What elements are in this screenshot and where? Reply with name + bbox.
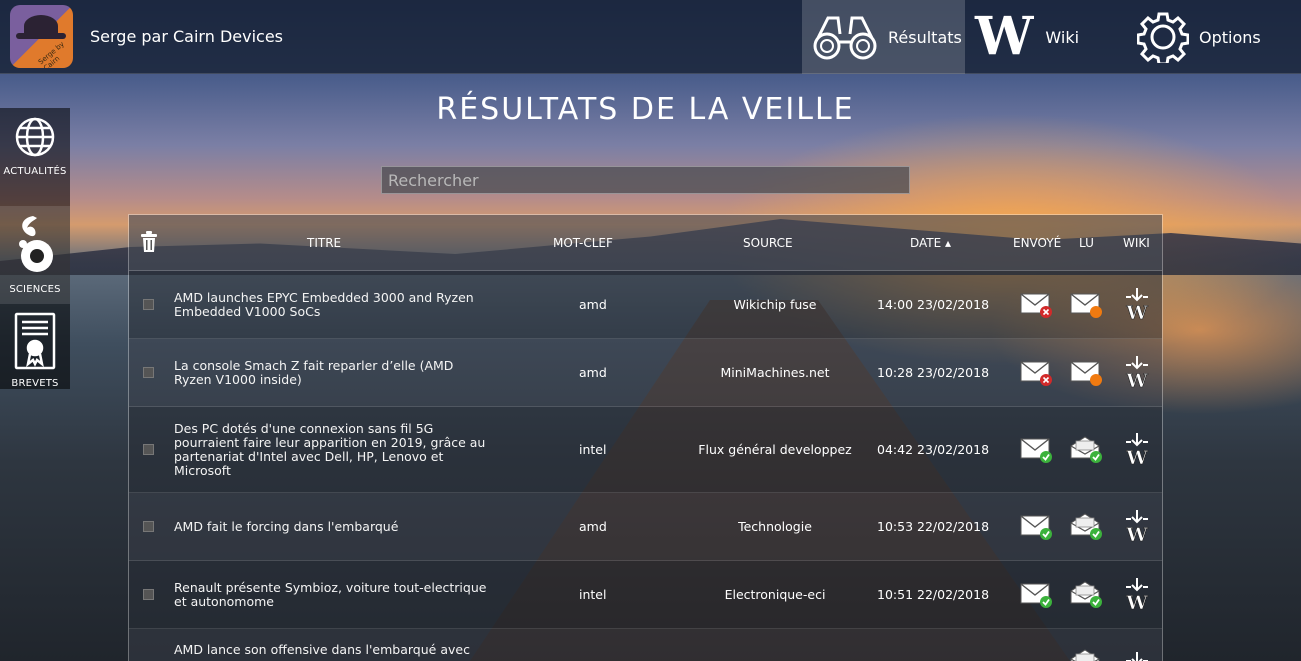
table-row[interactable]: Renault présente Symbioz, voiture tout-e…: [129, 561, 1162, 629]
envelope-read-icon[interactable]: [1069, 647, 1105, 661]
sciences-icon: [13, 214, 57, 280]
envelope-sent-icon: [1019, 511, 1055, 544]
svg-text:W: W: [1125, 302, 1148, 321]
wiki-download-icon[interactable]: W: [1122, 577, 1152, 614]
tab-wiki[interactable]: W Wiki: [965, 0, 1115, 74]
row-date: 10:51 22/02/2018: [877, 587, 990, 602]
envelope-read-icon[interactable]: [1069, 434, 1105, 467]
row-checkbox[interactable]: [143, 367, 154, 378]
logo-text: Serge by Cairn: [36, 40, 66, 68]
row-source: Electronique-eci: [724, 587, 826, 602]
top-header: Serge by Cairn Serge par Cairn Devices R…: [0, 0, 1301, 74]
row-keyword: intel: [579, 442, 607, 457]
results-table: TITRE MOT-CLEF SOURCE DATE ▴ ENVOYÉ LU W…: [128, 214, 1163, 661]
envelope-read-icon[interactable]: [1069, 511, 1105, 544]
row-checkbox[interactable]: [143, 444, 154, 455]
row-keyword: amd: [579, 519, 607, 534]
search-input[interactable]: [381, 166, 910, 194]
row-date: 10:53 22/02/2018: [877, 519, 990, 534]
svg-text:W: W: [1125, 592, 1148, 611]
table-row[interactable]: La console Smach Z fait reparler d’elle …: [129, 339, 1162, 407]
row-title-link[interactable]: Renault présente Symbioz, voiture tout-e…: [174, 581, 494, 609]
envelope-read-icon[interactable]: [1069, 579, 1105, 612]
wiki-download-icon[interactable]: W: [1122, 432, 1152, 469]
table-row[interactable]: AMD launches EPYC Embedded 3000 and Ryze…: [129, 271, 1162, 339]
row-keyword: amd: [579, 297, 607, 312]
row-checkbox[interactable]: [143, 589, 154, 600]
logo-hat-brim: [16, 33, 66, 39]
wiki-download-icon[interactable]: W: [1122, 509, 1152, 546]
app-logo[interactable]: Serge by Cairn: [10, 5, 73, 68]
row-date: 10:28 23/02/2018: [877, 365, 990, 380]
row-title-link[interactable]: La console Smach Z fait reparler d’elle …: [174, 359, 494, 387]
row-date: 14:00 23/02/2018: [877, 297, 990, 312]
table-row[interactable]: Des PC dotés d'une connexion sans fil 5G…: [129, 407, 1162, 493]
row-title-link[interactable]: AMD lance son offensive dans l'embarqué …: [174, 643, 494, 661]
patent-certificate-icon: [14, 312, 56, 374]
tab-resultats-label: Résultats: [888, 27, 962, 47]
tab-options-label: Options: [1199, 27, 1261, 47]
row-title-link[interactable]: AMD launches EPYC Embedded 3000 and Ryze…: [174, 291, 494, 319]
gear-icon: [1137, 11, 1189, 63]
sidebar-item-sciences[interactable]: SCIENCES: [0, 206, 70, 304]
app-title: Serge par Cairn Devices: [90, 27, 284, 46]
row-title-link[interactable]: Des PC dotés d'une connexion sans fil 5G…: [174, 422, 494, 478]
envelope-unread-icon[interactable]: [1069, 357, 1105, 390]
column-header-wiki: WIKI: [1123, 236, 1150, 250]
svg-text:W: W: [1125, 524, 1148, 543]
left-sidebar: ACTUALITÉS SCIENCES BREVETS: [0, 108, 70, 389]
page-title: RÉSULTATS DE LA VEILLE: [436, 92, 855, 127]
row-checkbox[interactable]: [143, 299, 154, 310]
row-source: Technologie: [738, 519, 812, 534]
wikipedia-w-icon: W: [975, 6, 1034, 67]
table-row[interactable]: AMD lance son offensive dans l'embarqué …: [129, 629, 1162, 661]
wiki-download-icon[interactable]: W: [1122, 287, 1152, 324]
row-keyword: amd: [579, 365, 607, 380]
row-title-link[interactable]: AMD fait le forcing dans l'embarqué: [174, 520, 494, 534]
tab-wiki-label: Wiki: [1045, 27, 1080, 47]
row-keyword: intel: [579, 587, 607, 602]
column-header-mot-clef[interactable]: MOT-CLEF: [553, 236, 613, 250]
wiki-download-icon[interactable]: W: [1122, 651, 1152, 661]
trash-icon[interactable]: [139, 231, 159, 256]
envelope-not-sent-icon: [1019, 289, 1055, 322]
sidebar-item-label: ACTUALITÉS: [3, 166, 67, 177]
envelope-sent-icon: [1019, 434, 1055, 467]
table-header: TITRE MOT-CLEF SOURCE DATE ▴ ENVOYÉ LU W…: [129, 215, 1162, 271]
tab-options[interactable]: Options: [1115, 0, 1301, 74]
svg-text:W: W: [1125, 447, 1148, 466]
column-header-source[interactable]: SOURCE: [743, 236, 793, 250]
row-checkbox[interactable]: [143, 521, 154, 532]
sidebar-item-label: SCIENCES: [9, 284, 61, 295]
binoculars-icon: [812, 12, 878, 62]
svg-text:W: W: [1125, 370, 1148, 389]
column-header-envoye: ENVOYÉ: [1013, 236, 1062, 250]
envelope-not-sent-icon: [1019, 357, 1055, 390]
envelope-sent-icon: [1019, 579, 1055, 612]
column-header-titre[interactable]: TITRE: [307, 236, 341, 250]
sidebar-item-label: BREVETS: [11, 378, 59, 389]
table-body: AMD launches EPYC Embedded 3000 and Ryze…: [129, 271, 1162, 661]
column-header-date[interactable]: DATE ▴: [910, 236, 951, 250]
row-source: Wikichip fuse: [733, 297, 817, 312]
envelope-unread-icon[interactable]: [1069, 289, 1105, 322]
row-source: MiniMachines.net: [720, 365, 830, 380]
sidebar-item-brevets[interactable]: BREVETS: [0, 304, 70, 402]
row-source: Flux général developpez: [698, 442, 852, 457]
table-row[interactable]: AMD fait le forcing dans l'embarqué amd Te…: [129, 493, 1162, 561]
column-header-lu: LU: [1079, 236, 1094, 250]
row-date: 04:42 23/02/2018: [877, 442, 990, 457]
tab-resultats[interactable]: Résultats: [802, 0, 965, 74]
wiki-download-icon[interactable]: W: [1122, 355, 1152, 392]
